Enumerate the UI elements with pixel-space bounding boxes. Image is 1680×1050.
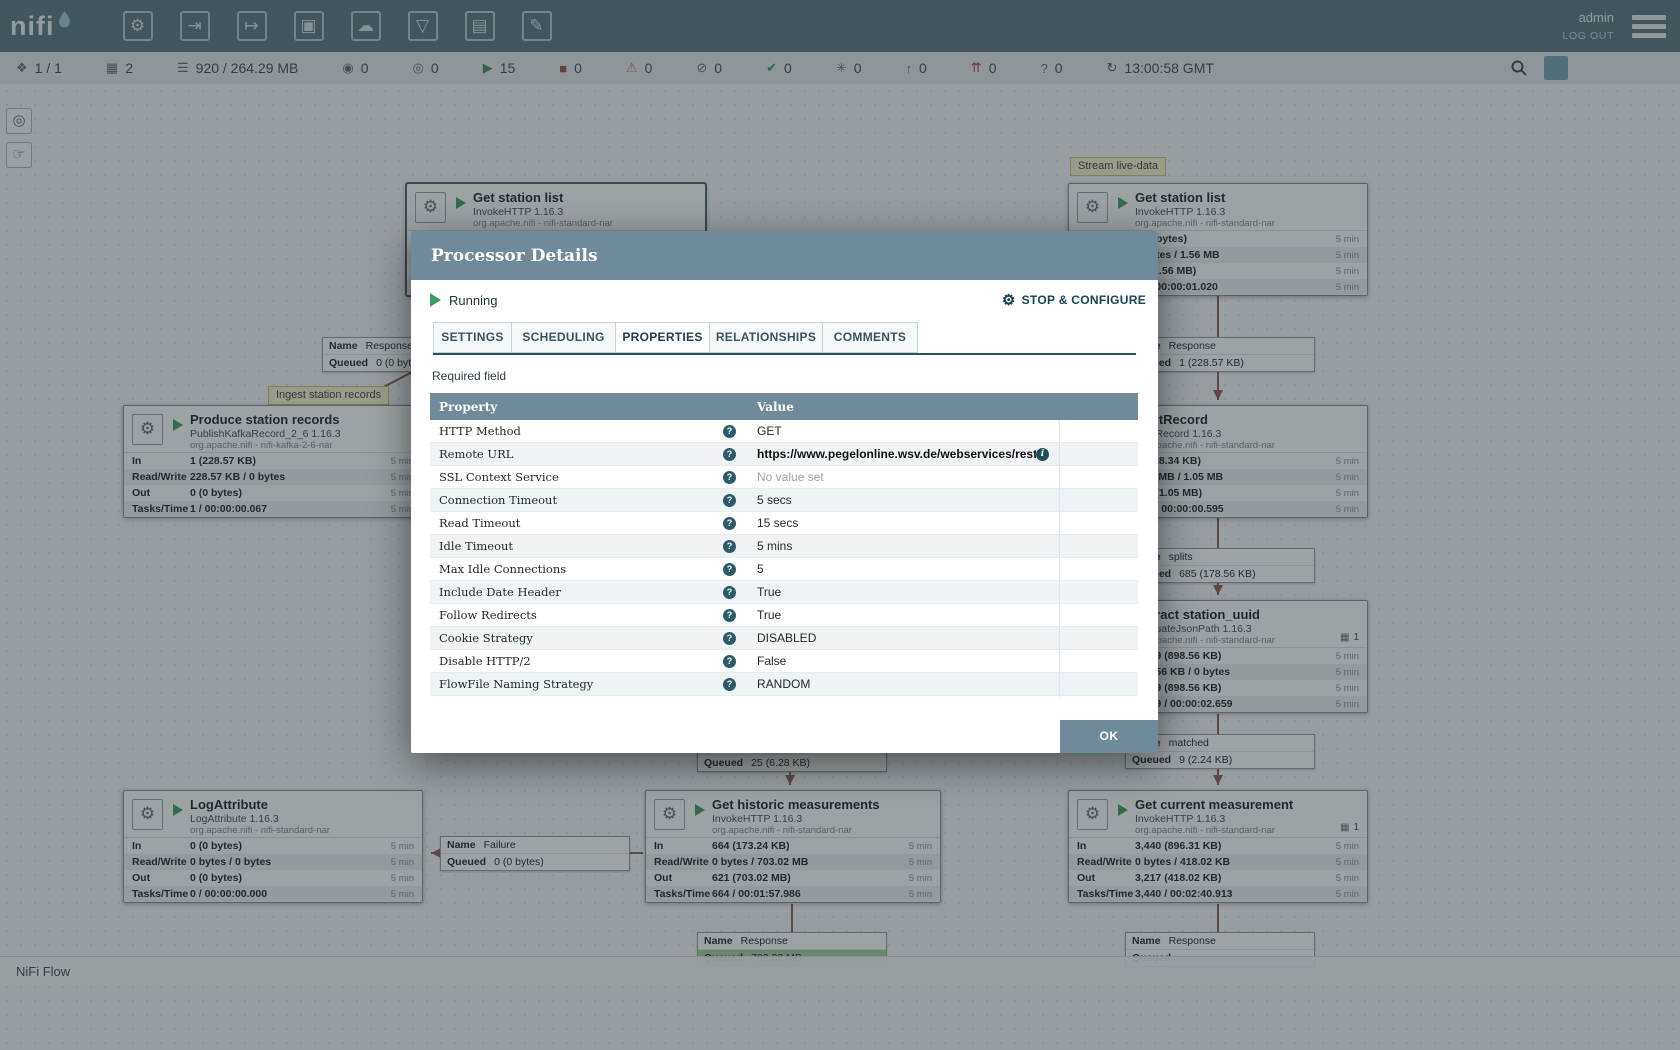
help-icon[interactable]: ? xyxy=(723,609,736,622)
tab-settings[interactable]: SETTINGS xyxy=(433,322,511,353)
property-name: Include Date Header xyxy=(439,585,561,599)
ok-button[interactable]: OK xyxy=(1060,720,1158,753)
property-value[interactable]: GET xyxy=(757,424,782,438)
help-icon[interactable]: ? xyxy=(723,471,736,484)
property-name: Remote URL xyxy=(439,447,513,461)
property-row: Include Date Header? True xyxy=(430,581,1138,604)
property-name: Disable HTTP/2 xyxy=(439,654,531,668)
help-icon[interactable]: ? xyxy=(723,540,736,553)
property-name: Cookie Strategy xyxy=(439,631,533,645)
property-value[interactable]: DISABLED xyxy=(757,631,816,645)
help-icon[interactable]: ? xyxy=(723,655,736,668)
properties-table-header: Property Value xyxy=(430,393,1138,420)
help-icon[interactable]: ? xyxy=(723,517,736,530)
help-icon[interactable]: ? xyxy=(723,563,736,576)
property-name: Follow Redirects xyxy=(439,608,537,622)
property-row: HTTP Method? GET xyxy=(430,420,1138,443)
info-icon[interactable]: i xyxy=(1036,448,1049,461)
property-row: Cookie Strategy? DISABLED xyxy=(430,627,1138,650)
property-name: Idle Timeout xyxy=(439,539,513,553)
required-field-label: Required field xyxy=(432,369,1158,383)
property-value[interactable]: True xyxy=(757,608,781,622)
help-icon[interactable]: ? xyxy=(723,678,736,691)
tab-scheduling[interactable]: SCHEDULING xyxy=(511,322,615,353)
stop-and-configure-button[interactable]: ⚙ STOP & CONFIGURE xyxy=(1002,291,1146,309)
property-name: Max Idle Connections xyxy=(439,562,566,576)
property-row: Attributes to Send? No value set xyxy=(430,696,1138,697)
property-row: Follow Redirects? True xyxy=(430,604,1138,627)
stop-configure-icon: ⚙ xyxy=(1002,291,1016,309)
property-value[interactable]: True xyxy=(757,585,781,599)
property-row: SSL Context Service? No value set xyxy=(430,466,1138,489)
dialog-header: Processor Details xyxy=(411,231,1158,280)
property-value[interactable]: 5 secs xyxy=(757,493,792,507)
property-name: HTTP Method xyxy=(439,424,521,438)
property-row: Remote URL? https://www.pegelonline.wsv.… xyxy=(430,443,1138,466)
property-row: Read Timeout? 15 secs xyxy=(430,512,1138,535)
run-status-label: Running xyxy=(449,293,497,308)
property-row: Max Idle Connections? 5 xyxy=(430,558,1138,581)
property-value[interactable]: No value set xyxy=(757,470,824,484)
dialog-title: Processor Details xyxy=(431,246,598,266)
running-status-icon xyxy=(430,293,441,307)
property-value[interactable]: 5 xyxy=(757,562,764,576)
property-value[interactable]: 15 secs xyxy=(757,516,798,530)
help-icon[interactable]: ? xyxy=(723,425,736,438)
property-name: SSL Context Service xyxy=(439,470,559,484)
property-value[interactable]: False xyxy=(757,654,786,668)
property-value[interactable]: https://www.pegelonline.wsv.de/webservic… xyxy=(757,447,1036,461)
property-row: Disable HTTP/2? False xyxy=(430,650,1138,673)
help-icon[interactable]: ? xyxy=(723,586,736,599)
value-column-header: Value xyxy=(747,400,1060,414)
property-column-header: Property xyxy=(430,400,747,414)
dialog-tabs: SETTINGS SCHEDULING PROPERTIES RELATIONS… xyxy=(433,322,1136,355)
properties-table: Property Value HTTP Method? GET Remote U… xyxy=(430,393,1138,697)
tab-properties[interactable]: PROPERTIES xyxy=(615,322,709,353)
property-value[interactable]: RANDOM xyxy=(757,677,810,691)
property-name: Connection Timeout xyxy=(439,493,557,507)
tab-relationships[interactable]: RELATIONSHIPS xyxy=(709,322,822,353)
property-row: Connection Timeout? 5 secs xyxy=(430,489,1138,512)
property-name: FlowFile Naming Strategy xyxy=(439,677,593,691)
help-icon[interactable]: ? xyxy=(723,632,736,645)
property-name: Read Timeout xyxy=(439,516,520,530)
property-row: Idle Timeout? 5 mins xyxy=(430,535,1138,558)
property-row: FlowFile Naming Strategy? RANDOM xyxy=(430,673,1138,696)
help-icon[interactable]: ? xyxy=(723,448,736,461)
tab-comments[interactable]: COMMENTS xyxy=(822,322,918,353)
processor-details-dialog: Processor Details Running ⚙ STOP & CONFI… xyxy=(411,231,1158,753)
property-value[interactable]: 5 mins xyxy=(757,539,792,553)
help-icon[interactable]: ? xyxy=(723,494,736,507)
